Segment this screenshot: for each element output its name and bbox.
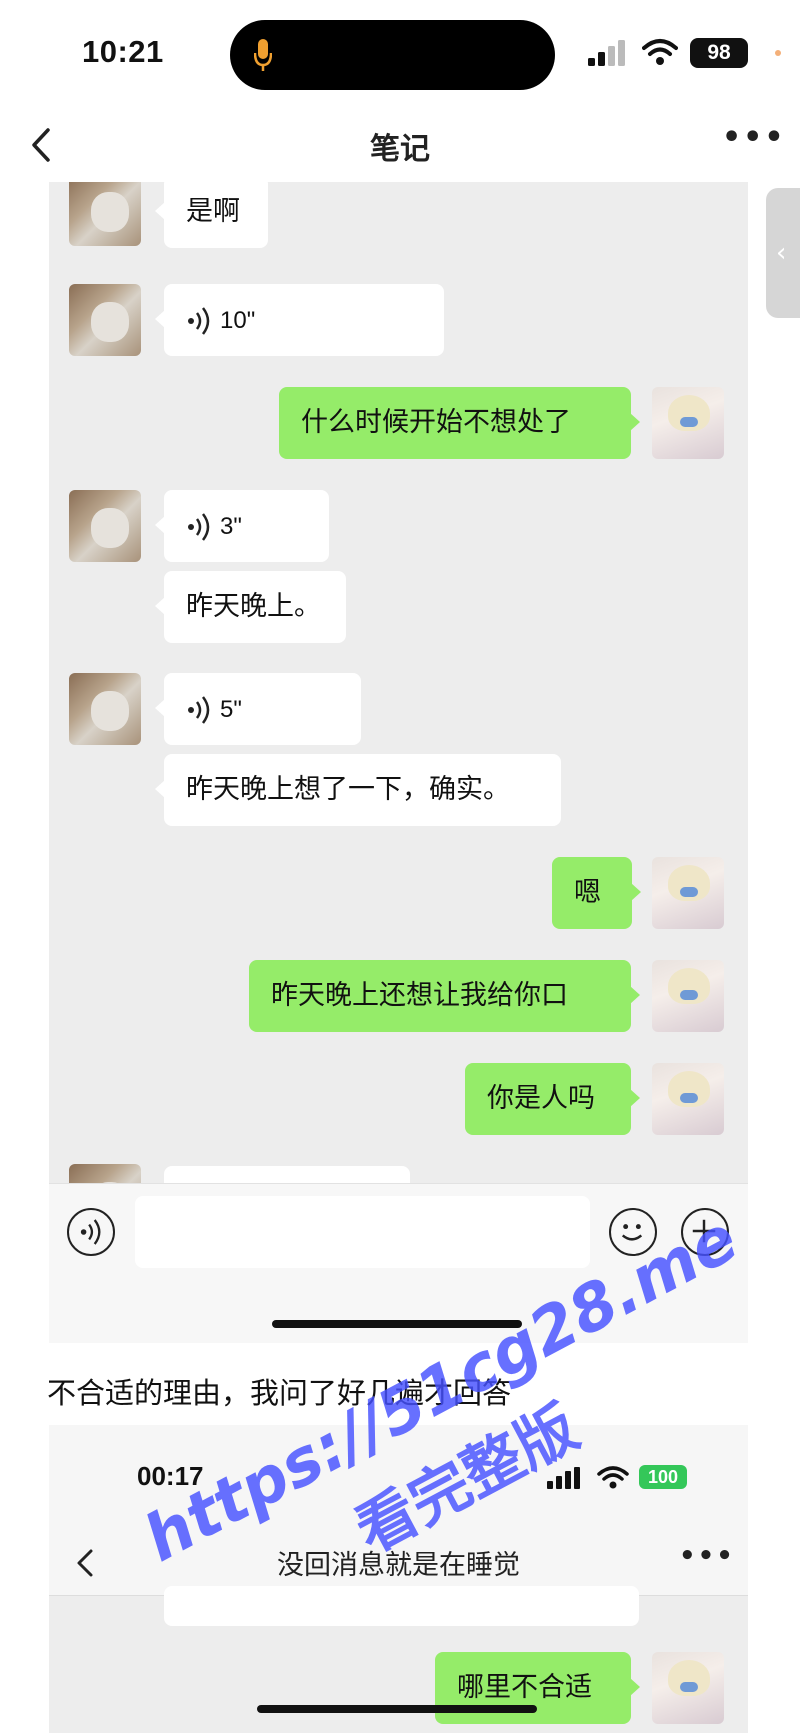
avatar [69,490,141,562]
message-text: 是啊 [186,196,240,227]
wifi-icon [642,39,678,65]
chat-input-bar [49,1183,748,1343]
smiley-face-icon [621,1224,643,1241]
status-bar: 10:21 98 [0,0,800,110]
message-bubble: 什么时候开始不想处了 [279,387,640,459]
chat-screenshot-2: 00:17 100 没回消息就是在睡觉 ••• 哪里不合适 [49,1425,748,1733]
signal-icon [547,1467,580,1489]
avatar [69,182,141,246]
page-title: 笔记 [370,132,430,167]
message-bubble: 嗯 [552,857,641,929]
message-text: 哪里不合适 [457,1672,592,1703]
message-bubble: 昨天晚上。 [155,571,346,643]
battery-indicator: 100 [639,1465,687,1489]
voice-duration: 5" [220,696,242,723]
message-bubble: 昨天晚上想了一下，确实。 [155,754,561,826]
avatar [652,960,724,1032]
plus-icon[interactable] [681,1208,729,1256]
plus-glyph-icon [692,1219,716,1243]
app-header: 笔记 ••• [0,110,800,180]
side-collapse-tab[interactable]: ‹ [766,188,800,318]
message-bubble: 哪里不合适 [435,1652,640,1724]
emoji-icon[interactable] [609,1208,657,1256]
battery-dot [775,50,781,56]
home-indicator [257,1705,537,1713]
voice-duration: 10" [220,307,256,334]
battery-indicator: 98 [690,38,748,68]
message-text: 昨天晚上。 [186,591,321,622]
voice-wave-icon [188,512,210,541]
chat-title: 没回消息就是在睡觉 [277,1550,520,1581]
voice-message[interactable]: 5" [155,673,361,745]
message-bubble: 你是人吗 [465,1063,640,1135]
status-time: 10:21 [82,34,164,69]
message-text: 昨天晚上还想让我给你口 [271,980,568,1011]
message-text: 昨天晚上想了一下，确实。 [186,774,510,805]
voice-wave-icon [188,306,210,335]
avatar [69,284,141,356]
voice-wave-icon [80,1219,101,1245]
ellipsis-icon[interactable]: ••• [679,1541,735,1571]
message-text: 什么时候开始不想处了 [301,407,571,438]
avatar [652,1652,724,1724]
message-bubble [164,1586,639,1626]
status-time: 00:17 [137,1461,204,1491]
chevron-left-icon: ‹ [776,238,787,268]
avatar [652,1063,724,1135]
dynamic-island [230,20,555,90]
message-text: 你是人吗 [487,1083,595,1114]
message-text: 嗯 [574,877,601,908]
avatar [69,673,141,745]
message-input[interactable] [135,1196,590,1268]
message-bubble: 昨天晚上还想让我给你口 [249,960,640,1032]
voice-duration: 3" [220,513,242,540]
home-indicator [272,1320,522,1328]
voice-message[interactable]: 10" [155,284,444,356]
voice-message[interactable]: 3" [155,490,329,562]
chat-screenshot: 是啊 10" 什么时候开始不想处了 3" 昨天晚上。 5" 昨天晚上想了一下，确… [49,182,748,1342]
ellipsis-icon[interactable]: ••• [722,123,784,158]
avatar [652,387,724,459]
note-caption: 不合适的理由，我问了好几遍才回答 [47,1376,512,1410]
wifi-icon [597,1466,629,1489]
avatar [652,857,724,929]
signal-icon [588,40,625,66]
message-bubble: 是啊 [155,182,268,248]
voice-wave-icon [188,695,210,724]
voice-input-button[interactable] [67,1208,115,1256]
mic-icon [254,39,272,71]
